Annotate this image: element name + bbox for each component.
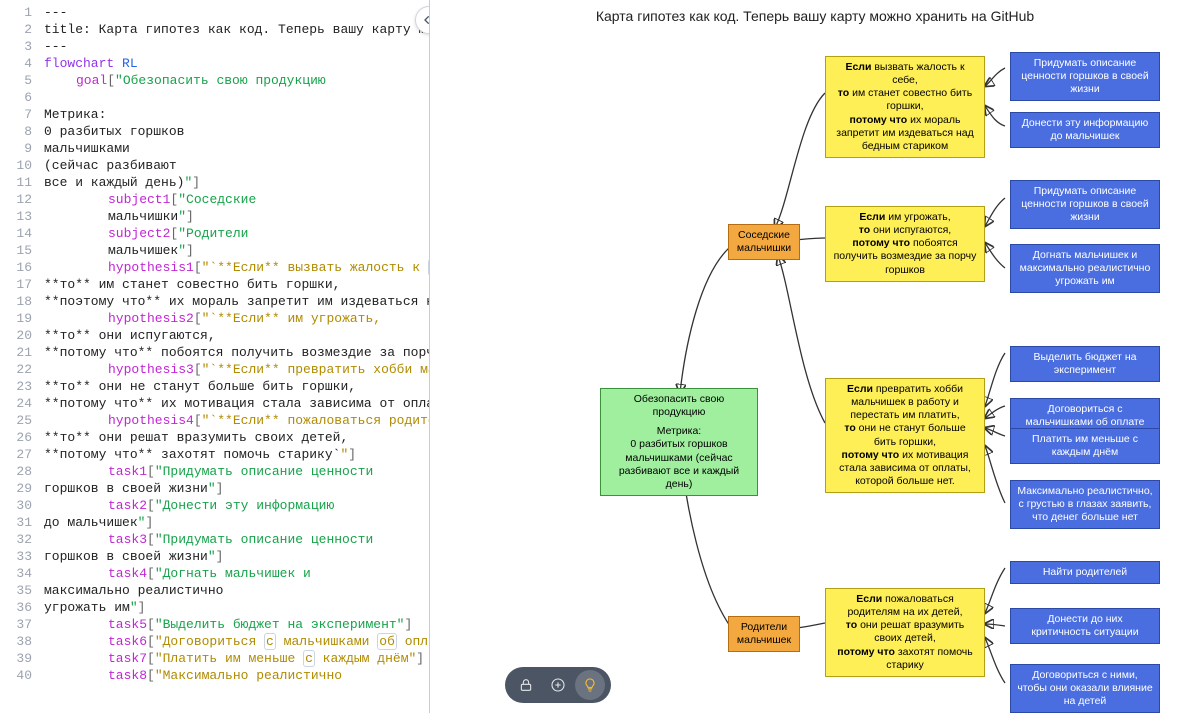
preview-toolbar [505, 667, 611, 703]
plus-circle-icon [550, 677, 566, 693]
goal-metric: 0 разбитых горшков мальчишками (сейчас р… [607, 438, 751, 491]
lock-button[interactable] [511, 670, 541, 700]
diagram-preview[interactable]: Карта гипотез как код. Теперь вашу карту… [430, 0, 1200, 713]
goal-title: Обезопасить свою продукцию [607, 393, 751, 419]
goal-metric-label: Метрика: [607, 425, 751, 438]
preview-title: Карта гипотез как код. Теперь вашу карту… [430, 0, 1200, 24]
line-number-gutter: 1234567891011121314151617181920212223242… [0, 0, 38, 713]
subject-node-1[interactable]: Соседские мальчишки [728, 224, 800, 260]
task-node-10[interactable]: Донести до них критичность ситуации [1010, 608, 1160, 644]
code-area[interactable]: ---title: Карта гипотез как код. Теперь … [38, 0, 429, 713]
hypothesis-node-1[interactable]: Если вызвать жалость к себе,то им станет… [825, 56, 985, 158]
task-node-2[interactable]: Донести эту информацию до мальчишек [1010, 112, 1160, 148]
hypothesis-node-2[interactable]: Если им угрожать,то они испугаются,потом… [825, 206, 985, 282]
lock-icon [518, 677, 534, 693]
subject-node-2[interactable]: Родители мальчишек [728, 616, 800, 652]
task-node-7[interactable]: Платить им меньше с каждым днём [1010, 428, 1160, 464]
task-node-8[interactable]: Максимально реалистично, с грустью в гла… [1010, 480, 1160, 529]
add-button[interactable] [543, 670, 573, 700]
task-node-11[interactable]: Договориться с ними, чтобы они оказали в… [1010, 664, 1160, 713]
task-node-5[interactable]: Выделить бюджет на эксперимент [1010, 346, 1160, 382]
task-node-9[interactable]: Найти родителей [1010, 561, 1160, 584]
task-node-4[interactable]: Догнать мальчишек и максимально реалисти… [1010, 244, 1160, 293]
task-node-1[interactable]: Придумать описание ценности горшков в св… [1010, 52, 1160, 101]
hypothesis-node-3[interactable]: Если превратить хобби мальчишек в работу… [825, 378, 985, 493]
code-editor[interactable]: 1234567891011121314151617181920212223242… [0, 0, 430, 713]
task-node-3[interactable]: Придумать описание ценности горшков в св… [1010, 180, 1160, 229]
hypothesis-node-4[interactable]: Если пожаловаться родителям на их детей,… [825, 588, 985, 677]
chevron-left-double-icon [421, 12, 430, 28]
goal-node[interactable]: Обезопасить свою продукцию Метрика: 0 ра… [600, 388, 758, 496]
idea-button[interactable] [575, 670, 605, 700]
lightbulb-icon [582, 677, 598, 693]
